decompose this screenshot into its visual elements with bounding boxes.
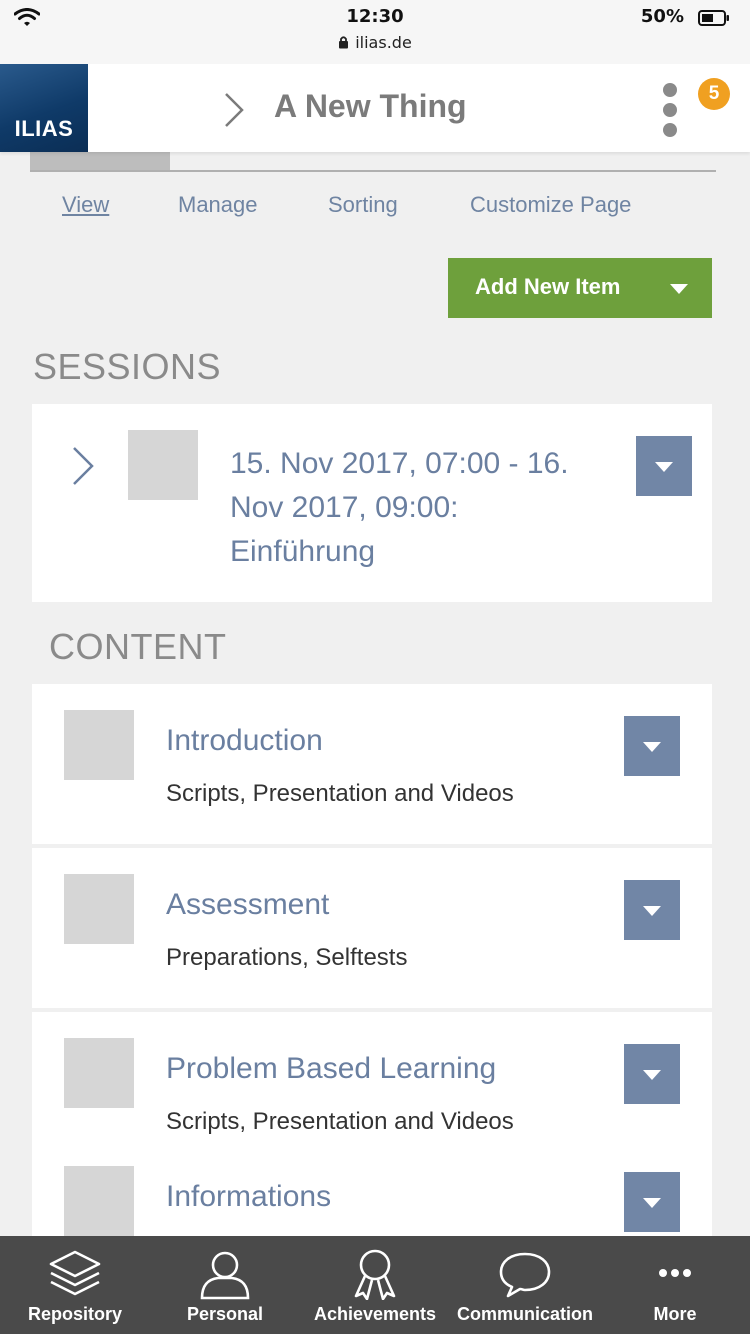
session-title-line3: Einführung [230,535,376,568]
item-description: Scripts, Presentation and Videos [166,1108,514,1135]
session-actions-dropdown[interactable] [636,436,692,496]
chat-bubble-icon [499,1252,551,1298]
add-new-item-button[interactable]: Add New Item [448,258,712,318]
more-vertical-icon[interactable] [658,82,682,138]
logo-text: ILIAS [14,116,74,141]
caret-down-icon [643,906,661,916]
item-thumbnail [64,710,134,780]
nav-repository-label: Repository [27,1304,123,1324]
caret-down-icon [643,1198,661,1208]
item-actions-dropdown[interactable] [624,880,680,940]
page-title: A New Thing [274,88,467,124]
nav-achievements[interactable]: Achievements [300,1236,450,1334]
caret-down-icon [643,1070,661,1080]
item-thumbnail [64,1038,134,1108]
session-title-line2: Nov 2017, 09:00: [230,491,459,524]
item-actions-dropdown[interactable] [624,1172,680,1232]
item-title-link[interactable]: Problem Based Learning [166,1052,496,1086]
ilias-logo[interactable]: ILIAS [0,64,88,152]
nav-communication-label: Communication [456,1304,593,1324]
nav-personal[interactable]: Personal [150,1236,300,1334]
status-bar: 12:30 ilias.de 50% [0,0,750,64]
subtab-sorting[interactable]: Sorting [328,192,398,218]
person-icon [200,1251,250,1300]
notification-badge[interactable]: 5 [698,78,730,110]
lock-icon [339,36,349,49]
item-title-link[interactable]: Introduction [166,724,323,758]
subtab-manage[interactable]: Manage [178,192,258,218]
nav-repository[interactable]: Repository [0,1236,150,1334]
item-description: Scripts, Presentation and Videos [166,780,514,807]
sessions-heading: SESSIONS [33,346,222,387]
item-description: Preparations, Selftests [166,944,408,971]
expand-chevron-icon[interactable] [70,444,98,488]
item-actions-dropdown[interactable] [624,1044,680,1104]
url-bar[interactable]: ilias.de [0,33,750,52]
item-thumbnail [64,874,134,944]
caret-down-icon [655,462,673,472]
nav-achievements-label: Achievements [313,1304,437,1324]
content-item-group: Problem Based Learning Scripts, Presenta… [32,1012,712,1252]
battery-icon [698,10,729,26]
subtab-view[interactable]: View [62,192,109,218]
add-new-item-label: Add New Item [475,274,621,299]
battery-percentage: 50% [640,6,684,27]
award-icon [354,1249,396,1300]
content-item-assessment: Assessment Preparations, Selftests [32,848,712,1008]
session-title-link[interactable]: 15. Nov 2017, 07:00 - 16. Nov 2017, 09:0… [230,442,620,574]
main-tabs [30,152,716,172]
caret-down-icon [670,284,688,294]
item-thumbnail [64,1166,134,1236]
subtab-customize-page[interactable]: Customize Page [470,192,631,218]
item-title-link[interactable]: Assessment [166,888,329,922]
more-dots-icon [659,1269,691,1277]
app-header: ILIAS A New Thing 5 [0,64,750,152]
caret-down-icon [643,742,661,752]
url-text: ilias.de [355,33,412,52]
session-card: 15. Nov 2017, 07:00 - 16. Nov 2017, 09:0… [32,404,712,602]
bottom-navigation: Repository Personal Achievements Communi… [0,1236,750,1334]
nav-more[interactable]: More [600,1236,750,1334]
tab-active[interactable] [30,152,170,170]
nav-communication[interactable]: Communication [450,1236,600,1334]
layers-icon [49,1250,101,1296]
session-title-line1: 15. Nov 2017, 07:00 - 16. [230,447,569,480]
nav-more-label: More [653,1304,697,1324]
content-item-introduction: Introduction Scripts, Presentation and V… [32,684,712,844]
item-title-link[interactable]: Informations [166,1180,331,1214]
status-time: 12:30 [346,6,404,27]
breadcrumb-chevron-icon[interactable] [222,92,246,128]
nav-personal-label: Personal [186,1304,264,1324]
session-thumbnail [128,430,198,500]
item-actions-dropdown[interactable] [624,716,680,776]
content-heading: CONTENT [49,626,227,667]
